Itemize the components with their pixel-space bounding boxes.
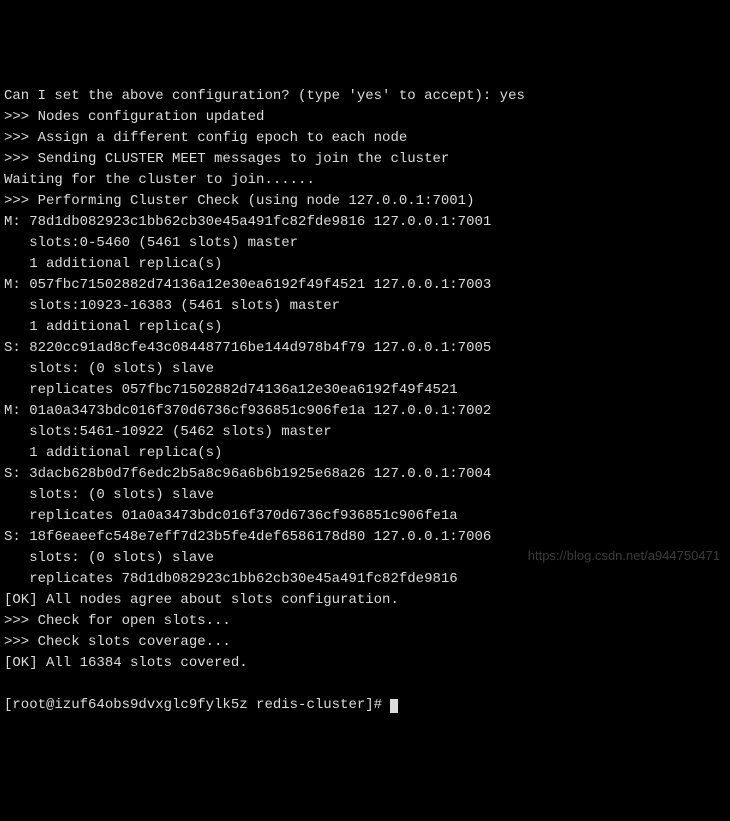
terminal-line: S: 3dacb628b0d7f6edc2b5a8c96a6b6b1925e68… [4, 464, 726, 485]
terminal-line: >>> Assign a different config epoch to e… [4, 128, 726, 149]
terminal-line: slots:10923-16383 (5461 slots) master [4, 296, 726, 317]
terminal-line: S: 8220cc91ad8cfe43c084487716be144d978b4… [4, 338, 726, 359]
terminal-line: slots:0-5460 (5461 slots) master [4, 233, 726, 254]
terminal-line: 1 additional replica(s) [4, 254, 726, 275]
shell-prompt[interactable]: [root@izuf64obs9dvxglc9fylk5z redis-clus… [4, 697, 390, 713]
terminal-line: >>> Check for open slots... [4, 611, 726, 632]
terminal-line: slots: (0 slots) slave [4, 485, 726, 506]
terminal-line: M: 01a0a3473bdc016f370d6736cf936851c906f… [4, 401, 726, 422]
terminal-line: M: 057fbc71502882d74136a12e30ea6192f49f4… [4, 275, 726, 296]
terminal-line: replicates 01a0a3473bdc016f370d6736cf936… [4, 506, 726, 527]
terminal-line: slots: (0 slots) slave [4, 359, 726, 380]
terminal-line: Can I set the above configuration? (type… [4, 86, 726, 107]
terminal-line: [OK] All 16384 slots covered. [4, 653, 726, 674]
terminal-line: Waiting for the cluster to join...... [4, 170, 726, 191]
terminal-line: [OK] All nodes agree about slots configu… [4, 590, 726, 611]
cursor[interactable] [390, 699, 398, 713]
terminal-line: replicates 057fbc71502882d74136a12e30ea6… [4, 380, 726, 401]
terminal-line: >>> Performing Cluster Check (using node… [4, 191, 726, 212]
terminal-line: >>> Sending CLUSTER MEET messages to joi… [4, 149, 726, 170]
terminal-line: 1 additional replica(s) [4, 443, 726, 464]
terminal-line: >>> Check slots coverage... [4, 632, 726, 653]
terminal-line: 1 additional replica(s) [4, 317, 726, 338]
terminal-line: replicates 78d1db082923c1bb62cb30e45a491… [4, 569, 726, 590]
terminal-line: M: 78d1db082923c1bb62cb30e45a491fc82fde9… [4, 212, 726, 233]
terminal-line: >>> Nodes configuration updated [4, 107, 726, 128]
terminal-line: slots:5461-10922 (5462 slots) master [4, 422, 726, 443]
watermark: https://blog.csdn.net/a944750471 [528, 546, 720, 566]
terminal-output: Can I set the above configuration? (type… [4, 86, 726, 674]
